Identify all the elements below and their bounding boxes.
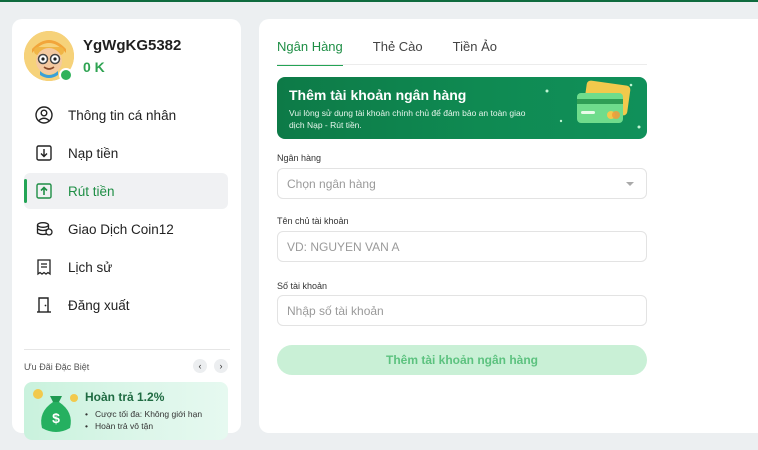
- user-circle-icon: [34, 105, 54, 125]
- menu-item-logout[interactable]: Đăng xuất: [24, 287, 228, 323]
- withdraw-panel: Ngân Hàng Thẻ Cào Tiền Ảo Thêm tài khoản…: [259, 19, 758, 433]
- tab-divider: [277, 64, 647, 65]
- username: YgWgKG5382: [83, 37, 182, 54]
- deposit-arrow-icon: [34, 143, 54, 163]
- banner-subtitle: Vui lòng sử dụng tài khoản chính chủ để …: [289, 108, 526, 130]
- chevron-right-icon: ›: [219, 361, 223, 371]
- menu-item-label: Giao Dịch Coin12: [68, 221, 174, 237]
- promo-item: Cược tối đa: Không giới hạn: [85, 408, 202, 420]
- menu-item-coin-exchange[interactable]: Giao Dịch Coin12: [24, 211, 228, 247]
- menu-item-withdraw[interactable]: Rút tiền: [24, 173, 228, 209]
- chevron-left-icon: ‹: [198, 361, 202, 371]
- bank-label: Ngân hàng: [277, 153, 322, 163]
- method-tabs: Ngân Hàng Thẻ Cào Tiền Ảo: [277, 39, 527, 66]
- top-border: [0, 0, 758, 2]
- account-number-label: Số tài khoản: [277, 281, 328, 291]
- sidebar-divider: [24, 349, 230, 350]
- promo-card[interactable]: $ Hoàn trả 1.2% Cược tối đa: Không giới …: [24, 382, 228, 440]
- menu-item-label: Thông tin cá nhân: [68, 107, 177, 123]
- withdraw-arrow-icon: [34, 181, 54, 201]
- add-bank-banner: Thêm tài khoản ngân hàng Vui lòng sử dụn…: [277, 77, 647, 139]
- account-sidebar: YgWgKG5382 0 K Thông tin cá nhân Nạp tiề…: [12, 19, 241, 440]
- menu-item-history[interactable]: Lịch sử: [24, 249, 228, 285]
- menu-item-label: Rút tiền: [68, 183, 115, 199]
- promo-list: Cược tối đa: Không giới hạn Hoàn trả vô …: [85, 408, 202, 432]
- account-holder-input[interactable]: [277, 231, 647, 262]
- bank-select-value: Chọn ngân hàng: [287, 176, 376, 191]
- bank-select[interactable]: Chọn ngân hàng: [277, 168, 647, 199]
- balance: 0 K: [83, 59, 105, 75]
- chevron-down-icon: [626, 182, 634, 186]
- receipt-icon: [34, 257, 54, 277]
- tab-scratch-card[interactable]: Thẻ Cào: [373, 39, 423, 66]
- menu-item-label: Nạp tiền: [68, 145, 119, 161]
- banner-title: Thêm tài khoản ngân hàng: [289, 87, 467, 103]
- door-exit-icon: [34, 295, 54, 315]
- account-holder-label: Tên chủ tài khoản: [277, 216, 349, 226]
- credit-card-illustration-icon: [545, 80, 641, 129]
- online-badge: [59, 68, 73, 82]
- tab-crypto[interactable]: Tiền Ảo: [453, 39, 497, 66]
- menu-item-profile[interactable]: Thông tin cá nhân: [24, 97, 228, 133]
- promo-section-title: Ưu Đãi Đặc Biệt: [24, 362, 90, 372]
- coins-icon: [34, 219, 54, 239]
- tab-bank[interactable]: Ngân Hàng: [277, 39, 343, 66]
- money-bag-icon: $: [33, 389, 78, 432]
- promo-prev-button[interactable]: ‹: [193, 359, 207, 373]
- menu-item-label: Lịch sử: [68, 259, 113, 275]
- add-bank-account-button[interactable]: Thêm tài khoản ngân hàng: [277, 345, 647, 375]
- promo-next-button[interactable]: ›: [214, 359, 228, 373]
- promo-item: Hoàn trả vô tận: [85, 420, 202, 432]
- account-number-input[interactable]: [277, 295, 647, 326]
- promo-heading: Hoàn trả 1.2%: [85, 390, 165, 404]
- svg-text:$: $: [52, 410, 60, 426]
- menu-item-deposit[interactable]: Nạp tiền: [24, 135, 228, 171]
- menu-item-label: Đăng xuất: [68, 297, 130, 313]
